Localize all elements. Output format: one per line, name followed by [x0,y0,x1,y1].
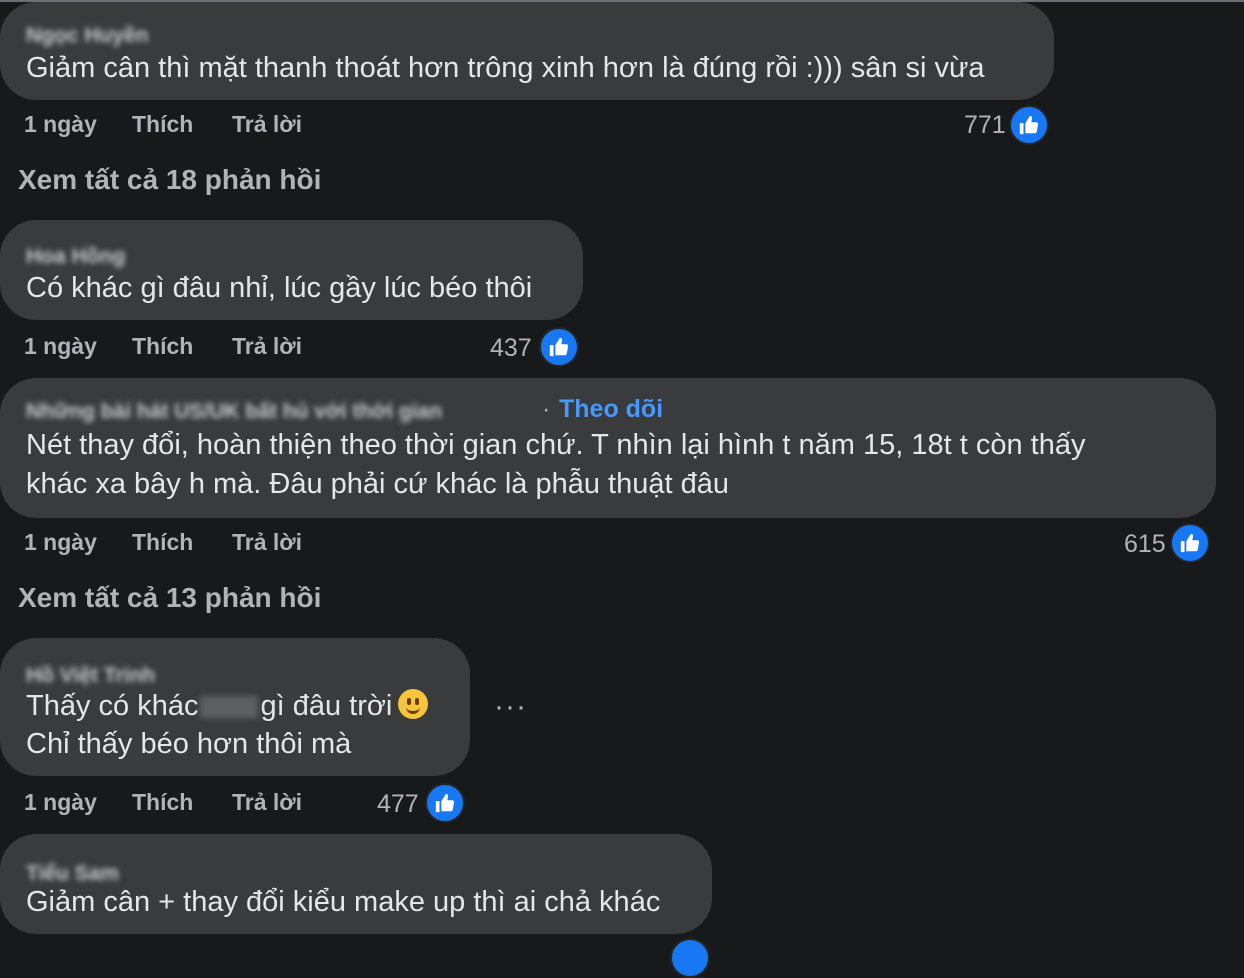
comment-actions: 1 ngày Thích Trả lời [24,789,344,817]
reaction-count[interactable]: 771 [964,111,1006,140]
comment-text: Giảm cân thì mặt thanh thoát hơn trông x… [26,52,985,84]
view-all-replies-link[interactable]: Xem tất cả 13 phản hồi [18,582,321,614]
comment-text: Nét thay đổi, hoàn thiện theo thời gian … [26,429,1086,461]
censored-word [200,696,259,719]
follow-button[interactable]: Theo dõi [559,395,663,424]
comment-text-part: gì đâu trời [260,690,393,722]
like-button[interactable]: Thích [132,111,193,138]
reaction-count[interactable]: 477 [377,790,419,819]
comment-text: khác xa bây h mà. Đâu phải cứ khác là ph… [26,468,729,500]
comment-bubble: Tiểu Sam Giảm cân + thay đổi kiểu make u… [0,834,712,934]
like-icon [1170,523,1210,563]
smile-icon [398,689,429,719]
comment-time[interactable]: 1 ngày [24,529,97,556]
comment-author[interactable]: Những bài hát US/UK bất hủ với thời gian [26,400,442,424]
comment-bubble: Hồ Việt Trinh Thấy có khác gì đâu trời Ch… [0,638,470,776]
like-icon [539,327,579,367]
comment-text: Thấy có khác gì đâu trời [26,687,429,725]
separator-dot: · [542,395,551,423]
like-icon [425,783,465,823]
comment-text-part: Thấy có khác [26,690,199,722]
comment-author[interactable]: Hồ Việt Trinh [26,664,155,688]
like-button[interactable]: Thích [132,529,193,556]
more-options-icon[interactable]: ··· [494,690,527,724]
view-all-replies-link[interactable]: Xem tất cả 18 phản hồi [18,164,321,196]
reply-button[interactable]: Trả lời [232,529,302,556]
like-button[interactable]: Thích [132,333,193,360]
comment-text: Có khác gì đâu nhỉ, lúc gầy lúc béo thôi [26,272,533,304]
reaction-count[interactable]: 437 [490,334,532,363]
comment-bubble: Ngọc Huyền Giảm cân thì mặt thanh thoát … [0,2,1054,100]
comment-actions: 1 ngày Thích Trả lời [24,111,344,139]
comment-actions: 1 ngày Thích Trả lời [24,529,344,557]
comment-author[interactable]: Hoa Hồng [26,245,125,269]
comment-text: Chỉ thấy béo hơn thôi mà [26,728,352,760]
comment-time[interactable]: 1 ngày [24,111,97,138]
like-button[interactable]: Thích [132,789,193,816]
like-icon [670,938,710,978]
comment-time[interactable]: 1 ngày [24,333,97,360]
like-icon [1009,105,1049,145]
reply-button[interactable]: Trả lời [232,333,302,360]
reply-button[interactable]: Trả lời [232,789,302,816]
comment-actions: 1 ngày Thích Trả lời [24,333,344,361]
comment-bubble: Hoa Hồng Có khác gì đâu nhỉ, lúc gầy lúc… [0,220,583,320]
comment-text: Giảm cân + thay đổi kiểu make up thì ai … [26,886,661,918]
comment-author[interactable]: Ngọc Huyền [26,24,149,48]
reaction-count[interactable]: 615 [1124,530,1166,559]
reply-button[interactable]: Trả lời [232,111,302,138]
comment-time[interactable]: 1 ngày [24,789,97,816]
